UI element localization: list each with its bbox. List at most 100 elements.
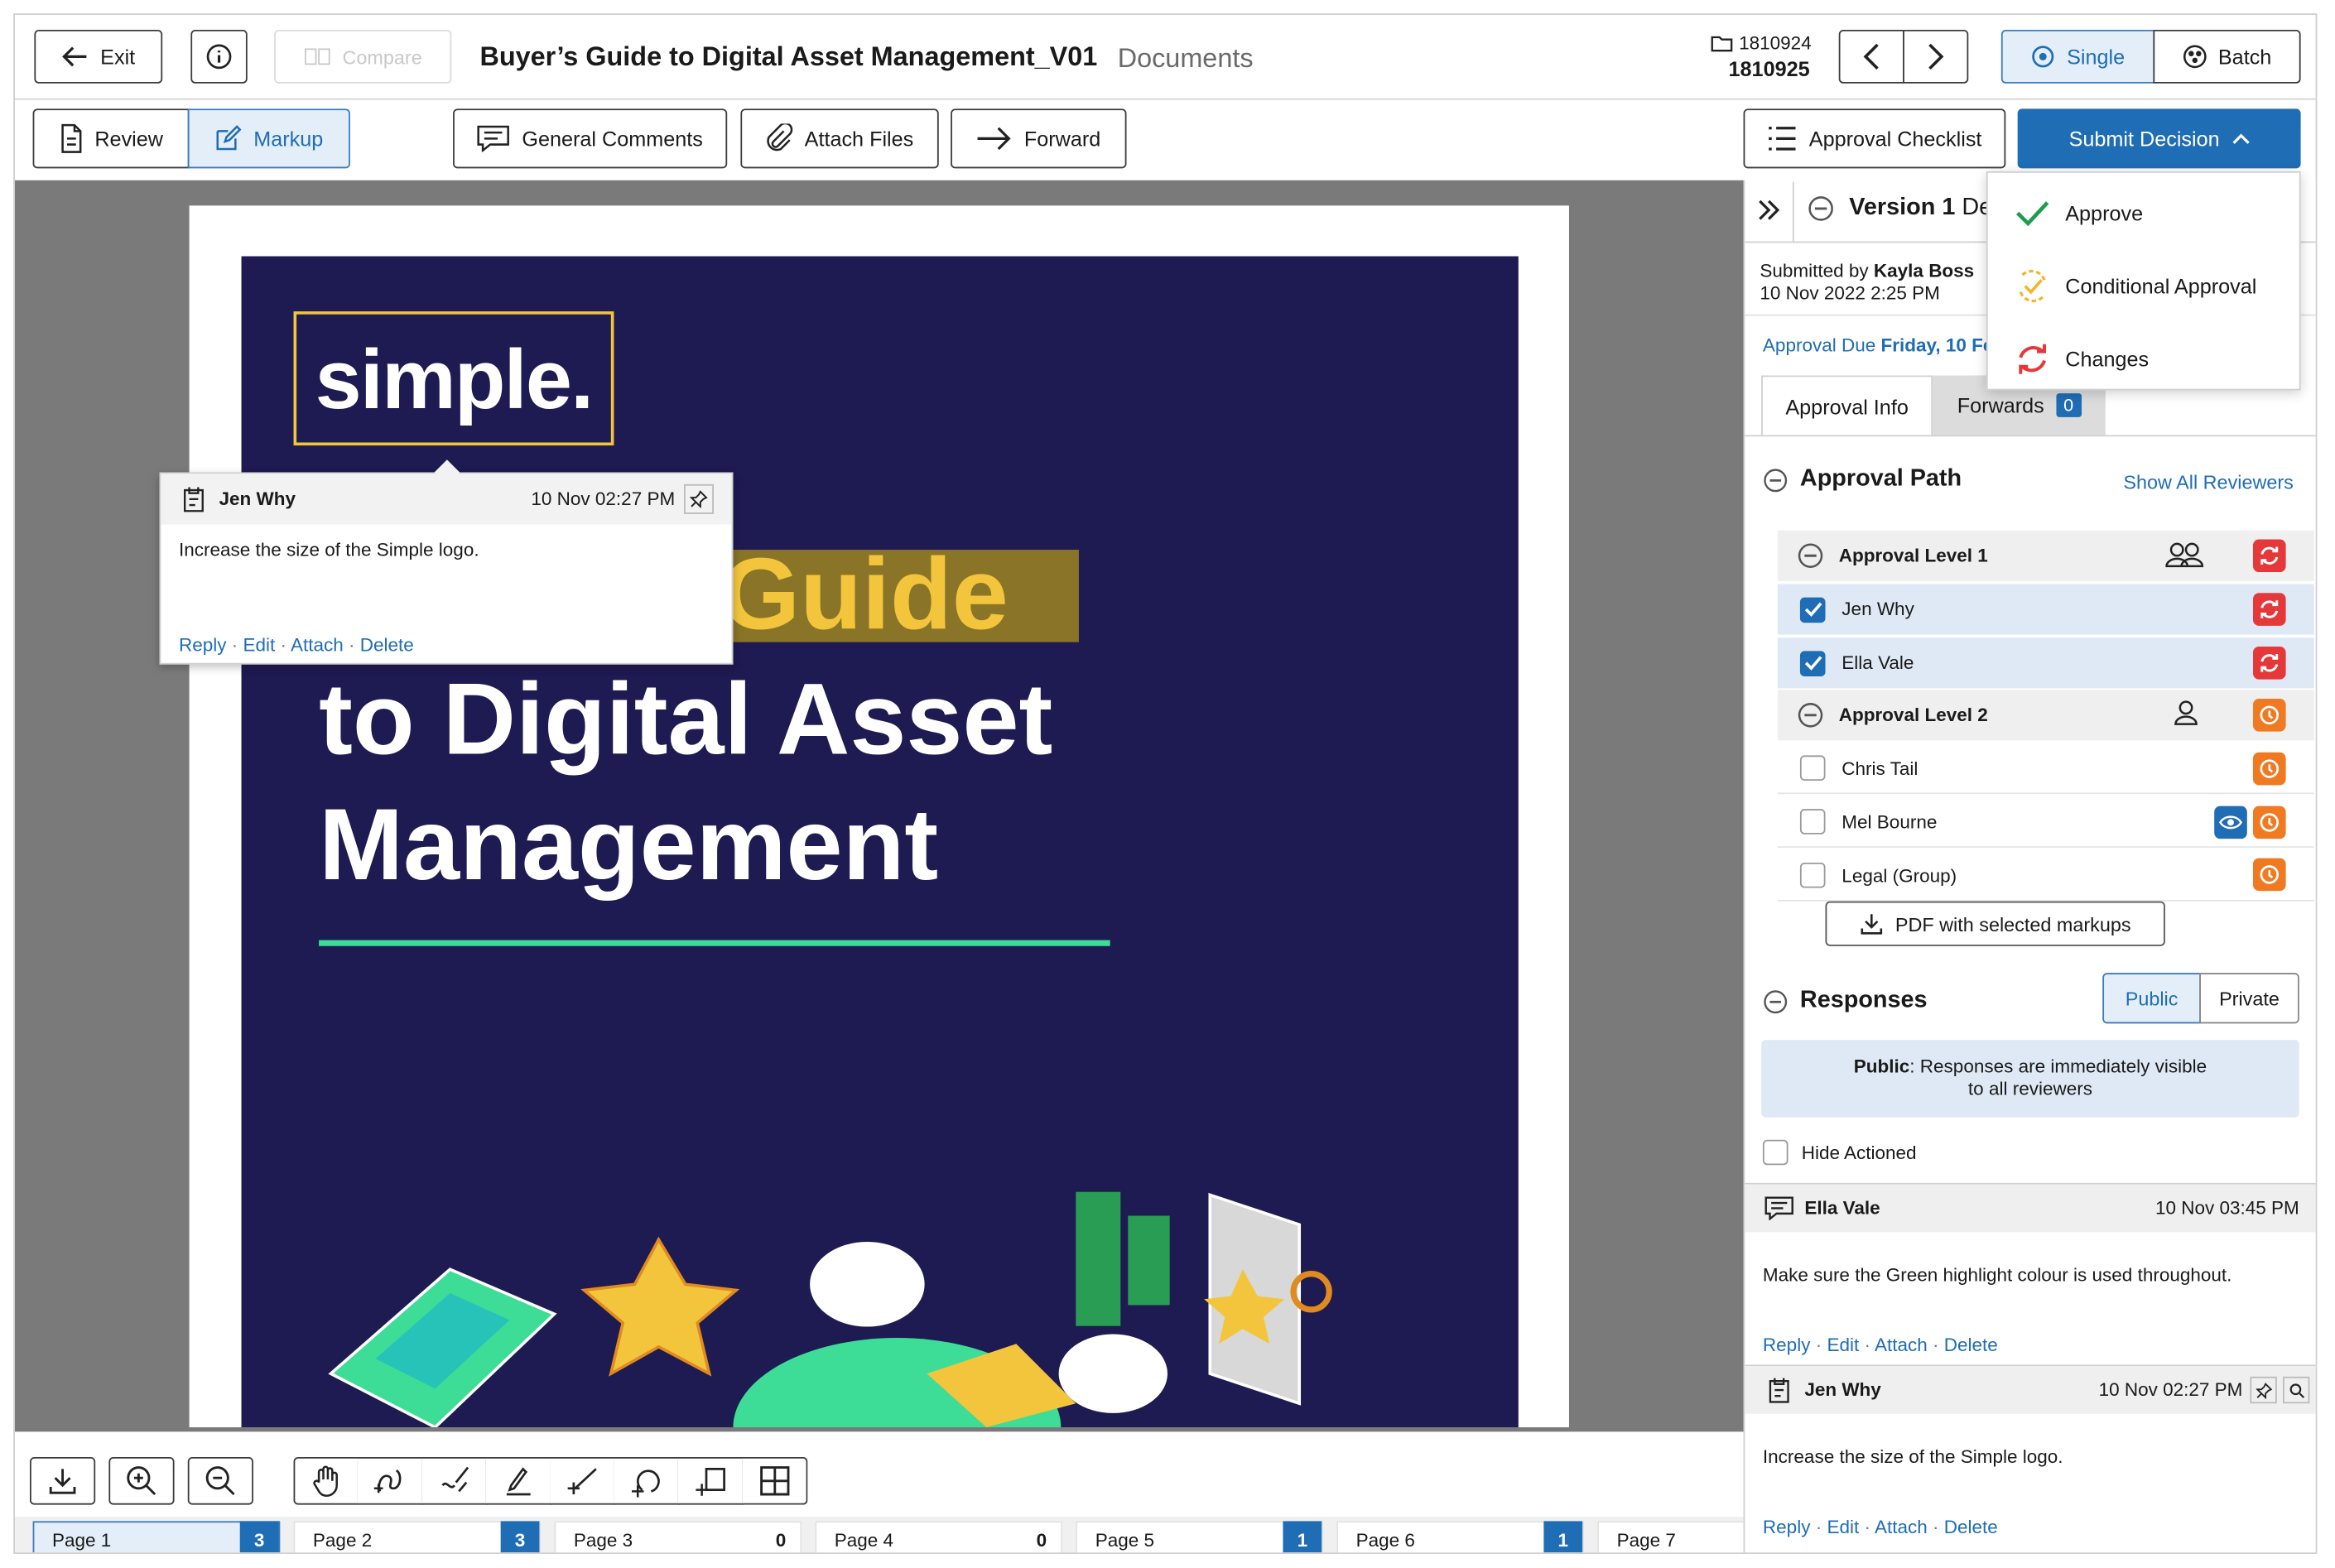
reviewer-checkbox[interactable] <box>1799 809 1826 835</box>
popup-delete-link[interactable]: Delete <box>360 635 414 656</box>
reviewer-row-ella-vale[interactable]: Ella Vale <box>1777 637 2314 689</box>
hand-icon <box>313 1465 338 1498</box>
ellipse-tool[interactable] <box>614 1457 680 1505</box>
responses-header[interactable]: Responses <box>1763 988 1928 1014</box>
compare-button[interactable]: Compare <box>274 29 452 84</box>
compare-label: Compare <box>342 45 422 68</box>
comment-icon <box>1764 1196 1793 1220</box>
page-comment-count: 0 <box>1036 1530 1047 1551</box>
zoom-in-tool[interactable] <box>108 1457 175 1505</box>
page-comment-count: 0 <box>775 1530 787 1551</box>
locate-comment-button[interactable] <box>2282 1376 2310 1404</box>
approval-level-1-row[interactable]: Approval Level 1 <box>1777 530 2314 581</box>
next-document-button[interactable] <box>1903 29 1969 84</box>
reviewer-row-legal-group[interactable]: Legal (Group) <box>1777 851 2314 902</box>
conditional-check-icon <box>2019 268 2046 302</box>
info-button[interactable] <box>190 29 248 84</box>
reviewer-row-chris-tail[interactable]: Chris Tail <box>1777 743 2314 795</box>
reviewer-checkbox[interactable] <box>1799 650 1826 676</box>
reviewer-row-jen-why[interactable]: Jen Why <box>1777 584 2314 635</box>
tab-approval-info[interactable]: Approval Info <box>1761 375 1933 435</box>
page-label: Page 1 <box>51 1530 112 1551</box>
pin-icon <box>690 490 708 508</box>
reply-link[interactable]: Reply <box>1763 1517 1811 1537</box>
approval-due: Approval Due Friday, 10 Fe <box>1762 334 1994 357</box>
hide-actioned-toggle[interactable]: Hide Actioned <box>1762 1139 1917 1166</box>
page-label: Page 4 <box>834 1530 894 1551</box>
public-toggle[interactable]: Public <box>2102 973 2202 1024</box>
hide-actioned-checkbox[interactable] <box>1762 1139 1789 1166</box>
compare-icon <box>304 48 330 65</box>
delete-link[interactable]: Delete <box>1944 1335 1998 1355</box>
attach-files-button[interactable]: Attach Files <box>740 108 939 169</box>
popup-attach-link[interactable]: Attach <box>291 635 344 656</box>
exit-button[interactable]: Exit <box>34 29 163 84</box>
page-tab-1[interactable]: Page 1 3 <box>32 1521 281 1553</box>
changes-status-icon <box>2252 647 2286 680</box>
menu-item-conditional-approval[interactable]: Conditional Approval <box>1988 252 2299 319</box>
freehand-shape-tool[interactable] <box>357 1457 424 1505</box>
forwards-count-badge: 0 <box>2056 393 2082 417</box>
zoom-in-icon <box>127 1466 156 1496</box>
submit-decision-label: Submit Decision <box>2068 126 2220 151</box>
pdf-with-markups-button[interactable]: PDF with selected markups <box>1825 901 2165 946</box>
popup-timestamp: 10 Nov 02:27 PM <box>531 488 676 510</box>
approval-checklist-button[interactable]: Approval Checklist <box>1743 108 2006 169</box>
page-tab-2[interactable]: Page 2 3 <box>293 1521 542 1553</box>
edit-link[interactable]: Edit <box>1827 1517 1859 1537</box>
line-tool[interactable] <box>550 1457 616 1505</box>
single-label: Single <box>2067 44 2126 69</box>
pin-button[interactable] <box>2250 1376 2277 1404</box>
edit-link[interactable]: Edit <box>1827 1335 1859 1355</box>
submit-decision-button[interactable]: Submit Decision <box>2017 108 2301 169</box>
approval-level-2-row[interactable]: Approval Level 2 <box>1777 690 2314 741</box>
viewed-eye-icon <box>2214 806 2247 839</box>
menu-item-changes[interactable]: Changes <box>1988 325 2299 392</box>
show-all-reviewers-link[interactable]: Show All Reviewers <box>2123 471 2293 493</box>
menu-item-approve[interactable]: Approve <box>1988 179 2299 246</box>
response-comment-2: Jen Why 10 Nov 02:27 PM Increase the siz… <box>1745 1364 2316 1540</box>
rectangle-tool[interactable] <box>677 1457 744 1505</box>
document-canvas[interactable]: simple. Guide to Digital Asset Managemen… <box>14 180 1744 1432</box>
reviewer-checkbox[interactable] <box>1799 596 1826 623</box>
delete-link[interactable]: Delete <box>1944 1517 1998 1537</box>
prev-document-button[interactable] <box>1838 29 1904 84</box>
approval-path-header[interactable]: Approval Path <box>1763 466 1962 493</box>
grid-tool[interactable] <box>742 1457 808 1505</box>
markup-button[interactable]: Markup <box>187 108 350 169</box>
pen-tool[interactable] <box>485 1457 551 1505</box>
reviewer-checkbox[interactable] <box>1799 755 1826 781</box>
popup-reply-link[interactable]: Reply <box>179 635 227 656</box>
popup-edit-link[interactable]: Edit <box>243 635 275 656</box>
comment-author: Ella Vale <box>1804 1197 1880 1219</box>
page-comment-count: 3 <box>500 1521 540 1553</box>
reply-link[interactable]: Reply <box>1763 1335 1811 1355</box>
collapse-panel-button[interactable] <box>1746 190 1791 229</box>
comment-text: Increase the size of the Simple logo. <box>1762 1446 2063 1468</box>
submit-decision-menu: Approve Conditional Approval Changes <box>1986 171 2301 391</box>
page-tab-3[interactable]: Page 3 0 <box>554 1521 802 1553</box>
attach-link[interactable]: Attach <box>1875 1335 1928 1355</box>
page-tab-7[interactable]: Page 7 <box>1597 1521 1744 1553</box>
page-tab-5[interactable]: Page 5 1 <box>1076 1521 1324 1553</box>
general-comments-button[interactable]: General Comments <box>453 108 728 169</box>
exit-label: Exit <box>100 44 136 69</box>
batch-mode-button[interactable]: Batch <box>2153 29 2301 84</box>
changes-status-icon <box>2252 593 2286 626</box>
response-comment-1: Ella Vale 10 Nov 03:45 PM Make sure the … <box>1745 1182 2316 1359</box>
forward-button[interactable]: Forward <box>951 108 1127 169</box>
attach-link[interactable]: Attach <box>1875 1517 1928 1537</box>
pan-tool[interactable] <box>293 1457 359 1505</box>
page-tab-4[interactable]: Page 4 0 <box>815 1521 1063 1553</box>
freehand-pen-tool[interactable] <box>421 1457 488 1505</box>
popup-actions: Reply · Edit · Attach · Delete <box>178 634 414 656</box>
header-divider <box>14 98 2316 100</box>
reviewer-checkbox[interactable] <box>1799 862 1826 888</box>
pin-button[interactable] <box>684 483 715 514</box>
download-tool[interactable] <box>29 1457 96 1505</box>
review-button[interactable]: Review <box>32 108 190 169</box>
page-tab-6[interactable]: Page 6 1 <box>1336 1521 1584 1553</box>
zoom-out-tool[interactable] <box>187 1457 253 1505</box>
single-mode-button[interactable]: Single <box>2000 29 2155 84</box>
private-toggle[interactable]: Private <box>2199 973 2299 1024</box>
